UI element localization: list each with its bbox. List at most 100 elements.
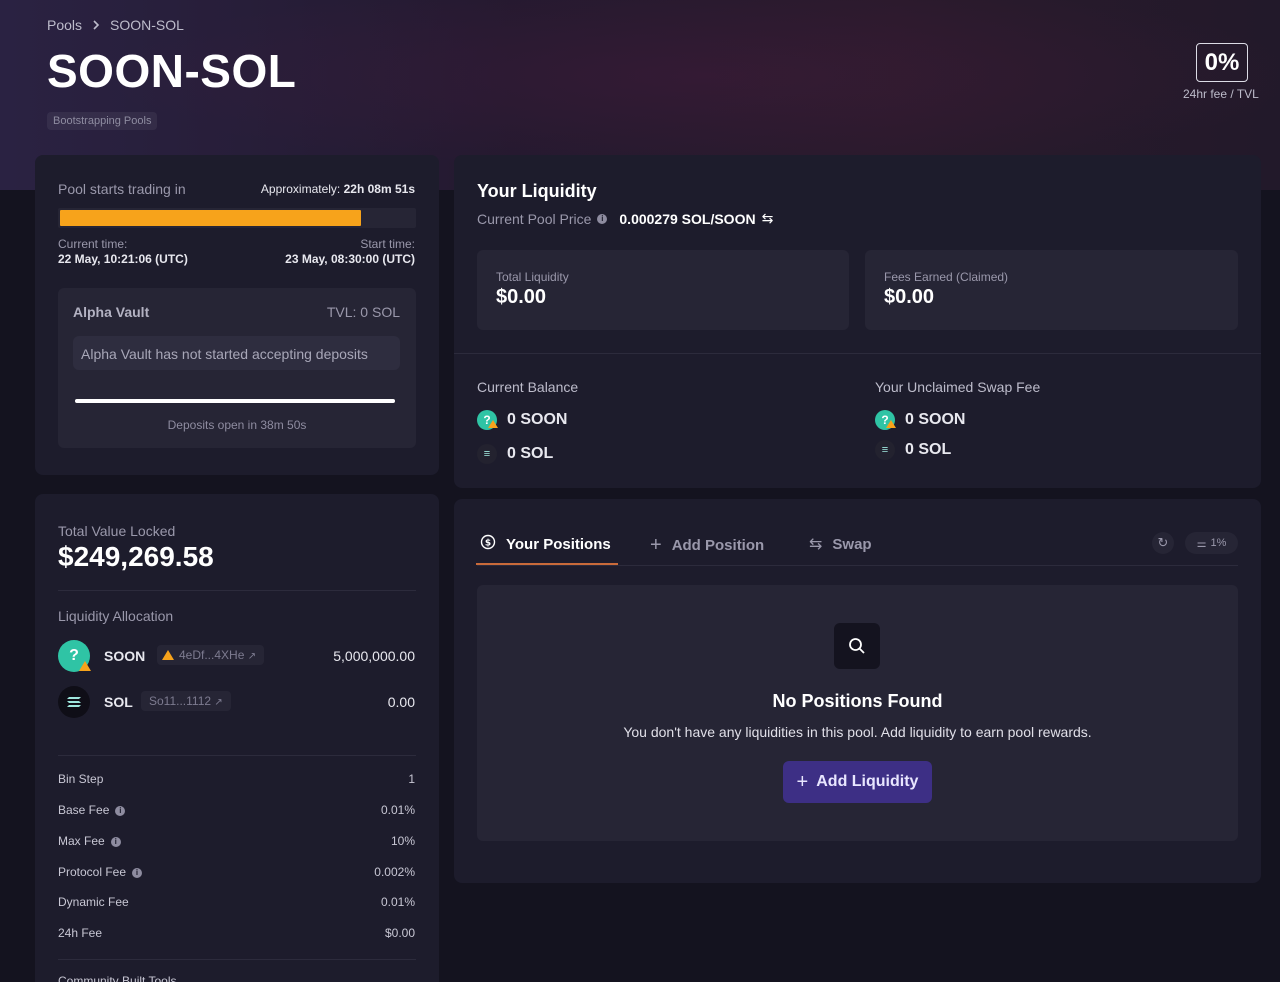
info-icon[interactable]: i (597, 213, 608, 224)
param-label-bin-step: Bin Step (58, 772, 104, 786)
param-value-base-fee: 0.01% (380, 803, 415, 817)
divider (477, 565, 1238, 566)
soon-address-link[interactable]: 4eDf...4XHe ↗ (157, 645, 265, 665)
sol-address-link[interactable]: So11...1112 ↗ (141, 691, 231, 711)
unclaimed-soon: ? 0 SOON (875, 410, 965, 430)
alpha-vault-tvl: TVL: 0 SOL (326, 304, 400, 320)
unclaimed-sol-value: 0 SOL (905, 441, 952, 458)
liquidity-title: Your Liquidity (477, 181, 597, 201)
sliders-icon: ⚌ (1196, 537, 1207, 550)
sol-address: So11...1112 (149, 694, 212, 708)
sol-token-icon: ≡ (875, 440, 895, 460)
param-value-bin-step: 1 (408, 772, 415, 786)
add-liquidity-button[interactable]: + Add Liquidity (783, 761, 932, 803)
tab-label: Add Position (671, 537, 765, 554)
soon-amount: 5,000,000.00 (333, 648, 415, 664)
breadcrumb: Pools SOON-SOL (47, 17, 184, 33)
approx-label: Approximately: (260, 182, 341, 196)
token-symbol-sol: SOL (104, 694, 133, 710)
tab-add-position[interactable]: + Add Position (650, 534, 764, 557)
pool-type-badge: Bootstrapping Pools (47, 112, 158, 130)
divider (454, 353, 1261, 354)
pool-price-label: Current Pool Price (477, 210, 592, 227)
pool-price-value: 0.000279 SOL/SOON (619, 210, 756, 227)
breadcrumb-current: SOON-SOL (110, 17, 184, 33)
param-value-max-fee: 10% (390, 834, 415, 848)
param-label-24h-fee: 24h Fee (58, 926, 103, 940)
balance-soon: ? 0 SOON (477, 410, 567, 430)
soon-token-icon: ? (875, 410, 896, 430)
alpha-vault-title: Alpha Vault (73, 304, 150, 320)
allocation-label: Liquidity Allocation (58, 608, 174, 624)
trading-label: Pool starts trading in (58, 181, 186, 197)
current-time-label: Current time: (58, 237, 128, 251)
divider (58, 590, 416, 591)
info-icon[interactable]: i (132, 867, 143, 878)
empty-text: You don't have any liquidities in this p… (623, 724, 1092, 740)
soon-token-icon: ? (477, 410, 498, 430)
total-liquidity-value: $0.00 (496, 286, 547, 308)
deposit-progress-bar (75, 399, 395, 403)
add-liquidity-label: Add Liquidity (816, 773, 919, 790)
warning-icon (162, 650, 174, 660)
param-label-max-fee: Max Fee i (58, 834, 121, 848)
tab-label: Swap (832, 535, 872, 553)
external-link-icon: ↗ (247, 651, 257, 662)
empty-title: No Positions Found (772, 691, 943, 711)
current-balance-label: Current Balance (477, 379, 579, 395)
tab-label: Your Positions (506, 535, 611, 553)
swap-direction-icon[interactable]: ⇆ (762, 210, 774, 227)
tvl-value: $249,269.58 (58, 541, 214, 572)
param-value-protocol-fee: 0.002% (374, 865, 415, 879)
plus-icon: + (650, 534, 662, 556)
community-tools-heading: Community Built Tools (58, 974, 177, 982)
tvl-label: Total Value Locked (58, 523, 176, 539)
tab-your-positions[interactable]: $ Your Positions (480, 534, 611, 554)
balance-sol: ≡ 0 SOL (477, 444, 553, 464)
divider (58, 755, 416, 756)
balance-sol-value: 0 SOL (507, 445, 554, 462)
sol-amount: 0.00 (387, 694, 415, 710)
plus-icon: + (796, 770, 809, 793)
sol-token-icon (58, 686, 90, 718)
warning-icon (79, 661, 91, 671)
breadcrumb-pools-link[interactable]: Pools (47, 17, 82, 33)
refresh-icon[interactable]: ↻ (1152, 532, 1174, 554)
unclaimed-fee-label: Your Unclaimed Swap Fee (875, 379, 1041, 395)
svg-text:$: $ (485, 539, 491, 549)
dollar-circle-icon: $ (480, 534, 496, 554)
sol-token-icon: ≡ (477, 444, 497, 464)
fee-tvl-value: 0% (1196, 43, 1248, 82)
unclaimed-sol: ≡ 0 SOL (875, 440, 951, 460)
tab-swap[interactable]: ⇆ Swap (809, 534, 872, 554)
balance-soon-value: 0 SOON (507, 411, 568, 428)
slippage-settings-button[interactable]: ⚌ 1% (1185, 532, 1238, 554)
param-label-base-fee: Base Fee i (58, 803, 126, 817)
unclaimed-soon-value: 0 SOON (905, 411, 966, 428)
param-label-dynamic-fee: Dynamic Fee (58, 895, 129, 909)
divider (58, 959, 416, 960)
param-value-24h-fee: $0.00 (384, 926, 415, 940)
token-symbol-soon: SOON (104, 648, 146, 664)
slippage-value: 1% (1210, 537, 1227, 549)
start-time-label: Start time: (360, 237, 415, 251)
alpha-vault-message: Alpha Vault has not started accepting de… (73, 336, 400, 370)
trading-progress-fill (60, 210, 361, 226)
start-time-value: 23 May, 08:30:00 (UTC) (285, 252, 415, 266)
fees-earned-label: Fees Earned (Claimed) (884, 270, 1009, 284)
deposits-open-text: Deposits open in 38m 50s (167, 418, 307, 432)
chevron-right-icon (92, 17, 100, 33)
fee-tvl-label: 24hr fee / TVL (1183, 87, 1259, 101)
fees-earned-value: $0.00 (884, 286, 935, 308)
current-time-value: 22 May, 10:21:06 (UTC) (58, 252, 188, 266)
info-icon[interactable]: i (110, 836, 121, 847)
info-icon[interactable]: i (115, 805, 126, 816)
search-icon (834, 623, 880, 669)
page-title: SOON-SOL (47, 45, 297, 97)
trading-progress-bar (58, 208, 416, 228)
deposit-progress-fill (75, 399, 395, 403)
external-link-icon: ↗ (214, 697, 223, 708)
approx-time: Approximately: 22h 08m 51s (261, 182, 415, 196)
param-label-protocol-fee: Protocol Fee i (58, 865, 143, 879)
pool-price-row: Current Pool Price i 0.000279 SOL/SOON ⇆ (477, 210, 773, 227)
